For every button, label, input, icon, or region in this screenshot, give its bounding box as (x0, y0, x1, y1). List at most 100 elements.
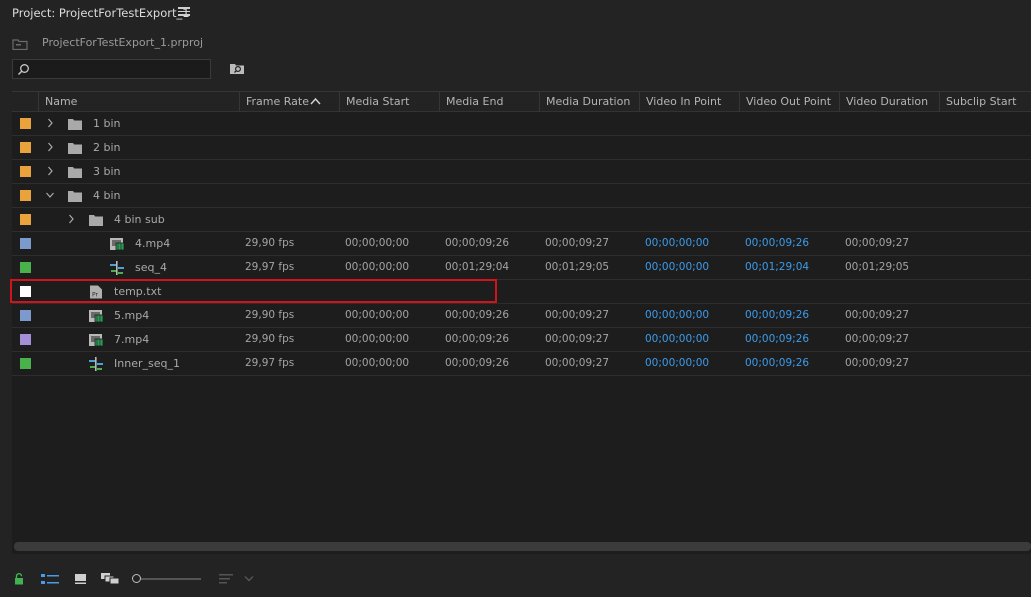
table-row[interactable]: 4.mp4 29,90 fps 00;00;00;00 00;00;09;26 00;0… (12, 232, 1031, 256)
chevron-right-icon[interactable] (46, 142, 54, 152)
label-color-swatch[interactable] (20, 142, 31, 153)
project-filename: ProjectForTestExport_1.prproj (42, 36, 204, 49)
item-name[interactable]: Inner_seq_1 (114, 357, 180, 370)
label-color-swatch[interactable] (20, 310, 31, 321)
cell-video-out[interactable]: 00;00;09;26 (745, 309, 809, 321)
freeform-view-icon[interactable] (100, 572, 120, 585)
label-color-swatch[interactable] (20, 238, 31, 249)
column-header-subclip-start[interactable]: Subclip Start (939, 92, 1031, 111)
column-header-frame-rate[interactable]: Frame Rate (239, 92, 339, 111)
cell-media-duration: 00;00;09;27 (545, 357, 610, 369)
video-clip-icon (110, 238, 125, 251)
column-header-frame-rate-label: Frame Rate (246, 95, 309, 108)
cell-video-in[interactable]: 00;00;00;00 (645, 357, 709, 369)
table-row[interactable]: Inner_seq_1 29,97 fps 00;00;00;00 00;00;09;… (12, 352, 1031, 376)
item-name[interactable]: 4 bin sub (114, 213, 165, 226)
cell-video-duration: 00;00;09;27 (845, 333, 910, 345)
cell-media-end: 00;00;09;26 (445, 357, 510, 369)
item-name[interactable]: 5.mp4 (114, 309, 149, 322)
cell-frame-rate: 29,97 fps (245, 261, 295, 273)
zoom-slider-track[interactable] (139, 578, 201, 580)
column-header-media-end[interactable]: Media End (439, 92, 539, 111)
cell-frame-rate: 29,90 fps (245, 237, 295, 249)
project-items-table: Name Frame Rate Media Start Media End Me… (12, 91, 1031, 554)
table-row[interactable]: 4 bin sub (12, 208, 1031, 232)
zoom-slider-handle[interactable] (132, 574, 141, 583)
list-view-icon[interactable] (41, 573, 59, 585)
folder-icon (68, 119, 82, 130)
cell-video-in[interactable]: 00;00;00;00 (645, 237, 709, 249)
table-row[interactable]: 1 bin (12, 112, 1031, 136)
table-row[interactable]: 5.mp4 29,90 fps 00;00;00;00 00;00;09;26 00;0… (12, 304, 1031, 328)
cell-video-in[interactable]: 00;00;00;00 (645, 333, 709, 345)
icon-view-icon[interactable] (74, 573, 88, 585)
chevron-right-icon[interactable] (67, 214, 75, 224)
video-clip-icon (89, 334, 104, 347)
cell-media-start: 00;00;00;00 (345, 237, 410, 249)
cell-video-in[interactable]: 00;00;00;00 (645, 261, 709, 273)
label-color-swatch[interactable] (20, 334, 31, 345)
panel-header: Project: ProjectForTestExport_1 (0, 0, 1031, 28)
cell-media-end: 00;00;09;26 (445, 237, 510, 249)
cell-media-end: 00;01;29;04 (445, 261, 510, 273)
item-name[interactable]: 2 bin (93, 141, 121, 154)
column-header-video-out-point[interactable]: Video Out Point (739, 92, 839, 111)
column-header-media-start[interactable]: Media Start (339, 92, 439, 111)
table-row[interactable]: 7.mp4 29,90 fps 00;00;00;00 00;00;09;26 00;0… (12, 328, 1031, 352)
item-name[interactable]: 1 bin (93, 117, 121, 130)
folder-icon (68, 143, 82, 154)
label-color-swatch[interactable] (20, 118, 31, 129)
folder-icon (89, 215, 103, 226)
cell-media-duration: 00;01;29;05 (545, 261, 610, 273)
label-color-swatch[interactable] (20, 214, 31, 225)
chevron-right-icon[interactable] (46, 166, 54, 176)
folder-icon (68, 167, 82, 178)
item-name[interactable]: 4.mp4 (135, 237, 170, 250)
cell-video-out[interactable]: 00;00;09;26 (745, 357, 809, 369)
column-header-name[interactable]: Name (38, 92, 239, 111)
search-field[interactable] (12, 59, 211, 79)
table-row[interactable]: seq_4 29,97 fps 00;00;00;00 00;01;29;04 00;0… (12, 256, 1031, 280)
highlight-box (10, 279, 497, 303)
cell-video-out[interactable]: 00;00;09;26 (745, 237, 809, 249)
table-row[interactable]: 3 bin (12, 160, 1031, 184)
chevron-down-icon[interactable] (46, 190, 54, 200)
cell-video-in[interactable]: 00;00;00;00 (645, 309, 709, 321)
chevron-down-icon[interactable] (244, 575, 254, 582)
item-name[interactable]: 7.mp4 (114, 333, 149, 346)
label-color-swatch[interactable] (20, 190, 31, 201)
cell-video-duration: 00;00;09;27 (845, 237, 910, 249)
table-row[interactable]: 2 bin (12, 136, 1031, 160)
chevron-right-icon[interactable] (46, 118, 54, 128)
item-name[interactable]: 4 bin (93, 189, 121, 202)
item-name[interactable]: seq_4 (135, 261, 167, 274)
sort-ascending-icon (310, 97, 321, 105)
column-header-media-duration[interactable]: Media Duration (539, 92, 639, 111)
label-color-swatch[interactable] (20, 358, 31, 369)
panel-title[interactable]: Project: ProjectForTestExport_1 (12, 6, 190, 20)
folder-icon (68, 191, 82, 202)
horizontal-scrollbar[interactable] (14, 542, 1031, 551)
column-header-video-duration[interactable]: Video Duration (839, 92, 939, 111)
label-color-swatch[interactable] (20, 262, 31, 273)
search-input[interactable] (35, 62, 205, 76)
cell-media-start: 00;00;00;00 (345, 261, 410, 273)
cell-video-out[interactable]: 00;00;09;26 (745, 333, 809, 345)
sequence-icon (110, 261, 124, 275)
item-name[interactable]: 3 bin (93, 165, 121, 178)
label-color-swatch[interactable] (20, 166, 31, 177)
hamburger-icon[interactable] (178, 5, 190, 17)
column-header-video-in-point[interactable]: Video In Point (639, 92, 739, 111)
cell-frame-rate: 29,97 fps (245, 357, 295, 369)
cell-media-duration: 00;00;09;27 (545, 237, 610, 249)
cell-media-end: 00;00;09;26 (445, 309, 510, 321)
sort-icon[interactable] (219, 573, 235, 585)
cell-media-start: 00;00;00;00 (345, 309, 410, 321)
cell-media-start: 00;00;00;00 (345, 333, 410, 345)
cell-video-out[interactable]: 00;01;29;04 (745, 261, 809, 273)
find-bin-icon[interactable] (229, 62, 245, 75)
cell-frame-rate: 29,90 fps (245, 309, 295, 321)
table-row[interactable]: 4 bin (12, 184, 1031, 208)
lock-icon[interactable] (14, 573, 24, 585)
video-clip-icon (89, 310, 104, 323)
